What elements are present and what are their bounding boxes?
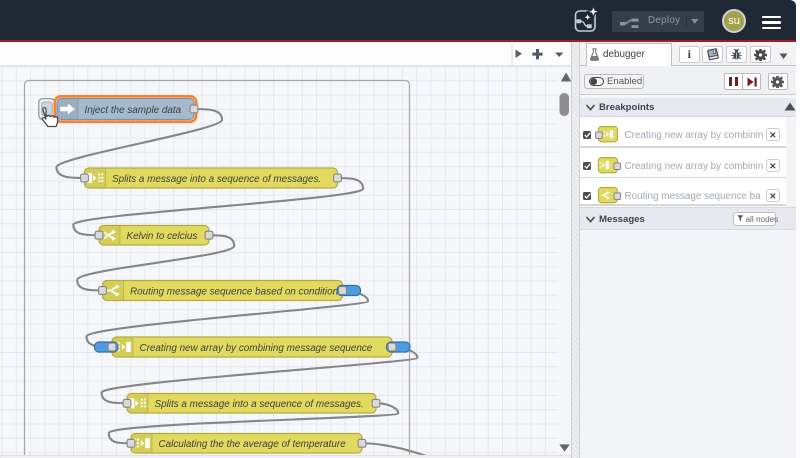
svg-text:Calculating the the average of: Calculating the the average of temperatu… (159, 439, 347, 450)
svg-text:Splits a message into a sequen: Splits a message into a sequence of mess… (112, 174, 321, 185)
svg-text:Inject the sample data: Inject the sample data (85, 105, 182, 116)
svg-text:Splits a message into a sequen: Splits a message into a sequence of mess… (155, 399, 364, 410)
svg-text:Kelvin to celcius: Kelvin to celcius (127, 231, 198, 242)
svg-text:Routing message sequence based: Routing message sequence based on condit… (130, 286, 339, 297)
svg-text:Creating new array by combinin: Creating new array by combining message … (140, 343, 373, 354)
